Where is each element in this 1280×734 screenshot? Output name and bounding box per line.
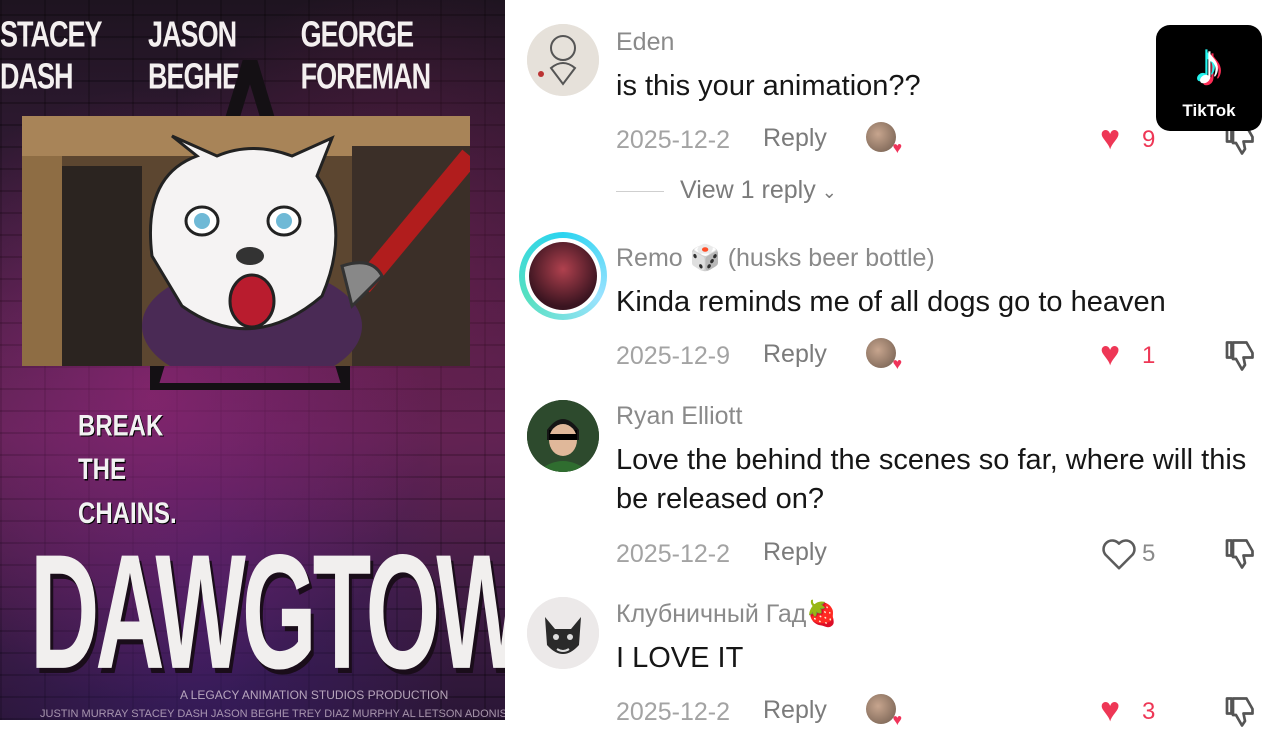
poster-billing-block: JUSTIN MURRAY STACEY DASH JASON BEGHE TR… xyxy=(40,708,505,720)
poster-studio: A LEGACY ANIMATION STUDIOS PRODUCTION xyxy=(180,688,449,702)
avatar-character-icon xyxy=(527,400,599,472)
avatar[interactable] xyxy=(527,24,599,96)
avatar-wolf-icon xyxy=(527,597,599,669)
view-replies-button[interactable]: View 1 reply ⌄ xyxy=(616,176,837,205)
avatar-sketch-icon xyxy=(527,24,599,96)
tiktok-note-icon: ♪ xyxy=(1194,32,1224,97)
like-count: 3 xyxy=(1142,698,1156,725)
avatar xyxy=(529,242,597,310)
dislike-icon[interactable] xyxy=(1224,536,1260,572)
like-count: 5 xyxy=(1142,540,1156,567)
credit-name: STACEY DASH xyxy=(0,14,102,97)
comment-username[interactable]: Remo 🎲 (husks beer bottle) xyxy=(616,244,935,273)
like-count: 9 xyxy=(1142,126,1156,153)
dog-character-illustration xyxy=(22,116,470,366)
avatar[interactable] xyxy=(527,400,599,472)
comment-meta: 2025-12-9 Reply ♥ ♥ 1 xyxy=(616,335,1256,378)
comment-username[interactable]: Eden xyxy=(616,28,674,57)
avatar[interactable] xyxy=(527,597,599,669)
comment-text: I LOVE IT xyxy=(616,642,744,674)
tagline-line: BREAK xyxy=(78,409,164,443)
reply-button[interactable]: Reply xyxy=(763,340,827,369)
heart-icon[interactable]: ♥ xyxy=(1100,118,1120,158)
dislike-icon[interactable] xyxy=(1224,338,1260,374)
comment-username[interactable]: Ryan Elliott xyxy=(616,402,742,431)
comment-date: 2025-12-2 xyxy=(616,126,730,154)
like-count: 1 xyxy=(1142,342,1156,369)
comment-username[interactable]: Клубничный Гад🍓 xyxy=(616,600,837,629)
tiktok-wordmark: TikTok xyxy=(1182,101,1236,120)
comment-date: 2025-12-2 xyxy=(616,698,730,726)
comment-date: 2025-12-9 xyxy=(616,342,730,370)
poster-still-image xyxy=(22,116,470,366)
heart-outline-icon[interactable] xyxy=(1100,536,1138,572)
reply-button[interactable]: Reply xyxy=(763,538,827,567)
movie-poster: STACEY DASH JASON BEGHE GEORGE FOREMAN B… xyxy=(0,0,505,720)
poster-title: DAWGTOWN xyxy=(30,521,505,704)
comment-date: 2025-12-2 xyxy=(616,540,730,568)
comment-text: Love the behind the scenes so far, where… xyxy=(616,444,1247,515)
view-replies-label: View 1 reply xyxy=(680,176,816,204)
comment-meta: 2025-12-2 Reply ♥ ♥ 3 xyxy=(616,691,1256,734)
tagline-line: THE xyxy=(78,452,126,487)
poster-tagline: BREAK THE CHAINS. xyxy=(78,404,177,535)
comment-text: Kinda reminds me of all dogs go to heave… xyxy=(616,286,1166,318)
divider-line xyxy=(616,190,664,192)
tiktok-logo: ♪ TikTok xyxy=(1156,25,1262,131)
reply-button[interactable]: Reply xyxy=(763,696,827,725)
chevron-down-icon: ⌄ xyxy=(821,182,837,202)
creator-liked-icon: ♥ xyxy=(866,122,902,157)
heart-icon[interactable]: ♥ xyxy=(1100,690,1120,730)
dislike-icon[interactable] xyxy=(1224,694,1260,730)
comment-meta: 2025-12-2 Reply ♥ ♥ 9 xyxy=(616,119,1256,162)
avatar-story-ring[interactable] xyxy=(519,232,607,320)
reply-button[interactable]: Reply xyxy=(763,124,827,153)
heart-icon[interactable]: ♥ xyxy=(1100,334,1120,374)
creator-liked-icon: ♥ xyxy=(866,338,902,373)
comment-meta: 2025-12-2 Reply 5 xyxy=(616,536,1256,576)
